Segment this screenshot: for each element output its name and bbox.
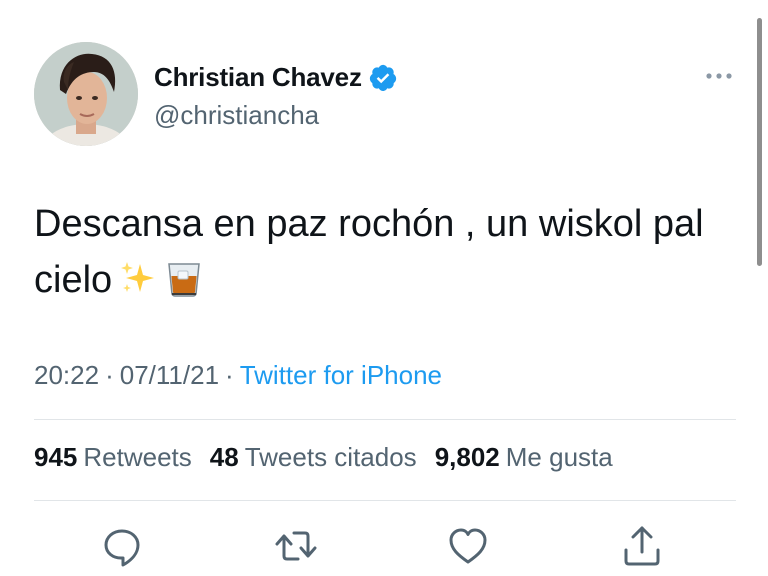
author-handle[interactable]: @christiancha — [154, 100, 319, 131]
quotes-stat[interactable]: 48 Tweets citados — [210, 442, 417, 472]
retweets-stat[interactable]: 945 Retweets — [34, 442, 192, 472]
sparkles-icon — [121, 262, 155, 292]
tweet-stats: 945 Retweets 48 Tweets citados 9,802 Me gusta — [34, 442, 613, 473]
divider — [34, 500, 736, 501]
quotes-label: Tweets citados — [244, 442, 417, 472]
likes-count: 9,802 — [434, 442, 500, 472]
tweet-meta: 20:22 · 07/11/21 · Twitter for iPhone — [34, 360, 442, 391]
quotes-count: 48 — [209, 442, 239, 472]
tweet-source-link[interactable]: Twitter for iPhone — [240, 360, 442, 390]
tweet-text: Descansa en paz rochón , un wiskol pal c… — [34, 196, 734, 308]
likes-label: Me gusta — [505, 442, 613, 472]
avatar-image — [34, 42, 138, 146]
tumbler-glass-icon — [168, 263, 200, 297]
retweets-label: Retweets — [83, 442, 192, 472]
meta-separator: · — [225, 360, 234, 390]
retweets-count: 945 — [34, 442, 78, 472]
like-icon[interactable] — [446, 524, 490, 568]
more-options-icon[interactable] — [704, 68, 734, 84]
divider — [34, 419, 736, 420]
meta-separator: · — [105, 360, 114, 390]
author-name-row[interactable]: Christian Chavez — [154, 62, 398, 93]
tweet-time[interactable]: 20:22 — [34, 360, 99, 390]
retweet-icon[interactable] — [274, 524, 318, 568]
tweet-actions — [0, 524, 768, 568]
avatar[interactable] — [34, 42, 138, 146]
likes-stat[interactable]: 9,802 Me gusta — [435, 442, 613, 472]
share-icon[interactable] — [620, 524, 664, 568]
scrollbar[interactable] — [757, 18, 762, 266]
author-display-name[interactable]: Christian Chavez — [154, 62, 362, 93]
tweet-date[interactable]: 07/11/21 — [120, 360, 219, 390]
verified-badge-icon — [369, 64, 396, 91]
reply-icon[interactable] — [100, 524, 144, 568]
